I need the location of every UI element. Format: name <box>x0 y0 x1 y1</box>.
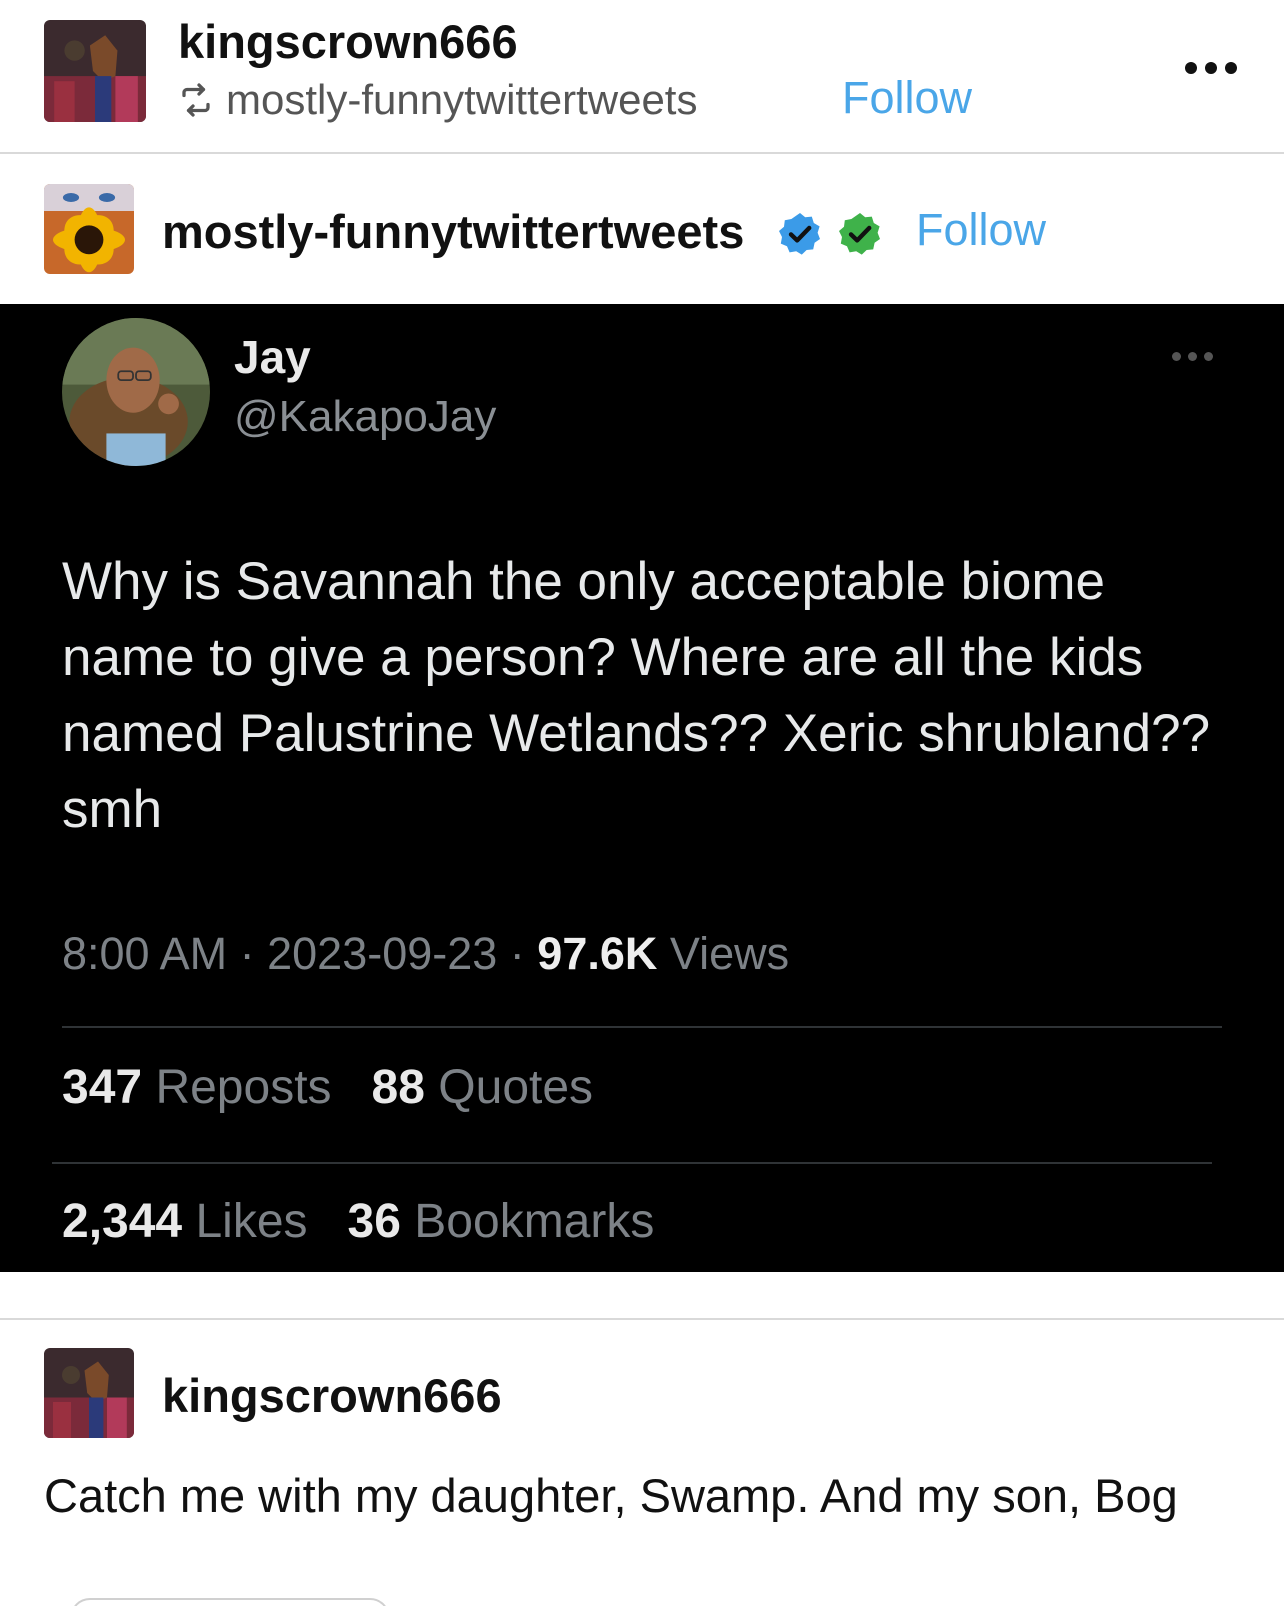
reply-divider <box>0 1318 1284 1320</box>
tweet-author-name: Jay <box>234 331 311 383</box>
reblogger-username[interactable]: kingscrown666 <box>178 14 518 69</box>
follow-button-original[interactable]: Follow <box>916 204 1046 256</box>
reblog-icon <box>182 83 210 117</box>
bookmarks-count: 36 <box>347 1195 401 1248</box>
quotes-count: 88 <box>371 1061 425 1114</box>
tweet-like-stats: 2,344 Likes 36 Bookmarks <box>62 1194 654 1249</box>
tweet-text: Why is Savannah the only acceptable biom… <box>62 552 1211 839</box>
tweet-divider-2 <box>52 1162 1212 1164</box>
tweet-views-count: 97.6K <box>537 928 658 979</box>
header-divider <box>0 152 1284 154</box>
tweet-meta: 8:00 AM · 2023-09-23 · 97.6K Views <box>62 928 790 979</box>
verified-blue-icon <box>779 213 820 255</box>
reply-author-avatar[interactable] <box>44 1348 134 1438</box>
reply-author-username[interactable]: kingscrown666 <box>162 1368 502 1423</box>
tag-pill[interactable] <box>70 1598 390 1606</box>
tweet-author-handle: @KakapoJay <box>234 392 497 441</box>
tweet-time: 8:00 AM <box>62 928 228 979</box>
tweet-repost-stats: 347 Reposts 88 Quotes <box>62 1060 593 1115</box>
tweet-avatar <box>62 318 210 466</box>
original-author-username[interactable]: mostly-funnytwittertweets <box>162 204 744 259</box>
follow-button-reblogged[interactable]: Follow <box>842 72 972 124</box>
tweet-screenshot: Jay @KakapoJay Why is Savannah the only … <box>0 304 1284 1272</box>
original-author-avatar[interactable] <box>44 184 134 274</box>
reposts-label: Reposts <box>155 1061 332 1114</box>
more-dots-icon[interactable] <box>1185 62 1237 74</box>
likes-label: Likes <box>195 1195 308 1248</box>
reposts-count: 347 <box>62 1061 143 1114</box>
reblogged-from-username[interactable]: mostly-funnytwittertweets <box>226 76 697 124</box>
reply-text: Catch me with my daughter, Swamp. And my… <box>44 1469 1178 1522</box>
tweet-more-icon <box>1172 352 1213 361</box>
reblogger-avatar[interactable] <box>44 20 146 122</box>
likes-count: 2,344 <box>62 1195 183 1248</box>
quotes-label: Quotes <box>438 1061 594 1114</box>
tweet-date: 2023-09-23 <box>267 928 498 979</box>
reblogged-from[interactable]: mostly-funnytwittertweets <box>178 76 697 124</box>
bookmarks-label: Bookmarks <box>414 1195 655 1248</box>
verified-green-icon <box>839 213 880 255</box>
tweet-views-label: Views <box>669 928 790 979</box>
tweet-divider-1 <box>62 1026 1222 1028</box>
